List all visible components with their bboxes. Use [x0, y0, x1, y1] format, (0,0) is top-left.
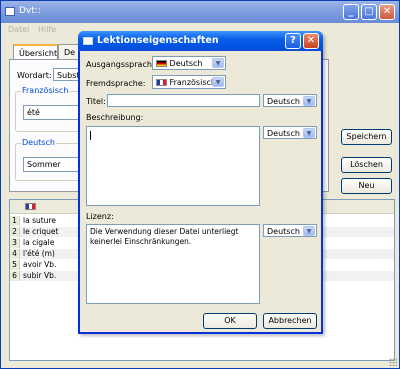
row-text: la cigale: [23, 238, 55, 247]
row-number: 1: [10, 216, 20, 226]
french-flag-icon: [156, 79, 167, 86]
tab-label: Übersicht: [19, 49, 58, 58]
title-input[interactable]: [107, 94, 260, 107]
dialog-title: Lektionseigenschaften: [97, 35, 219, 46]
foreign-language-label: Fremdsprache:: [86, 79, 146, 88]
source-language-value: Deutsch: [169, 59, 203, 68]
license-text: Die Verwendung dieser Datei unterliegt k…: [90, 227, 239, 246]
minimize-icon[interactable]: _: [343, 4, 359, 20]
title-language-select[interactable]: Deutsch ▼: [263, 94, 317, 107]
french-flag-icon: [25, 203, 36, 210]
row-number: 6: [10, 271, 20, 281]
dropdown-arrow-icon[interactable]: ▼: [212, 58, 224, 68]
license-textarea[interactable]: Die Verwendung dieser Datei unterliegt k…: [86, 224, 260, 304]
dialog-titlebar[interactable]: Lektionseigenschaften ? ✕: [78, 31, 323, 51]
license-label: Lizenz:: [86, 212, 114, 221]
main-window-title: Dvt::: [19, 6, 41, 16]
german-word-input[interactable]: Sommer: [23, 157, 81, 172]
app-icon: [5, 7, 15, 16]
tab-de[interactable]: De: [58, 44, 80, 60]
row-text: le criquet: [23, 227, 59, 236]
source-language-label: Ausgangssprache:: [86, 60, 160, 69]
text-cursor: [90, 131, 91, 140]
license-language-select[interactable]: Deutsch ▼: [263, 224, 317, 237]
maximize-icon[interactable]: □: [361, 4, 377, 20]
dropdown-arrow-icon[interactable]: ▼: [303, 128, 315, 138]
row-text: la suture: [23, 216, 56, 225]
group-french-label: Französisch: [21, 86, 70, 95]
app-icon: [83, 37, 93, 45]
close-icon[interactable]: ✕: [303, 33, 319, 49]
delete-button[interactable]: Löschen: [341, 157, 392, 173]
cancel-button[interactable]: Abbrechen: [263, 313, 317, 329]
new-button[interactable]: Neu: [341, 178, 392, 194]
row-text: l'été (m): [23, 249, 55, 258]
help-icon[interactable]: ?: [285, 33, 301, 49]
group-german-label: Deutsch: [21, 138, 56, 147]
row-number: 5: [10, 260, 20, 270]
dropdown-arrow-icon[interactable]: ▼: [212, 77, 224, 87]
description-textarea[interactable]: [86, 126, 260, 206]
title-language-value: Deutsch: [267, 97, 300, 106]
row-number: 4: [10, 249, 20, 259]
row-number: 2: [10, 227, 20, 237]
row-text: subir Vb.: [23, 271, 57, 280]
row-number: 3: [10, 238, 20, 248]
save-button[interactable]: Speichern: [341, 129, 392, 145]
dropdown-arrow-icon[interactable]: ▼: [303, 226, 315, 236]
dropdown-arrow-icon[interactable]: ▼: [303, 96, 315, 106]
wordart-label: Wordart:: [17, 71, 52, 80]
french-word-value: été: [27, 108, 40, 117]
close-icon[interactable]: ✕: [379, 4, 395, 20]
foreign-language-value: Französisch: [169, 78, 216, 87]
row-text: avoir Vb.: [23, 260, 57, 269]
description-language-select[interactable]: Deutsch ▼: [263, 126, 317, 139]
french-word-input[interactable]: été: [23, 105, 81, 120]
license-language-value: Deutsch: [267, 227, 300, 236]
foreign-language-select[interactable]: Französisch ▼: [152, 75, 226, 89]
source-language-select[interactable]: Deutsch ▼: [152, 56, 226, 70]
description-label: Beschreibung:: [86, 113, 144, 122]
menu-datei[interactable]: Datei: [8, 25, 29, 34]
ok-button[interactable]: OK: [203, 313, 257, 329]
german-word-value: Sommer: [27, 160, 61, 169]
title-label: Titel:: [86, 97, 106, 106]
menu-hilfe[interactable]: Hilfe: [38, 25, 56, 34]
main-titlebar[interactable]: Dvt:: _ □ ✕: [1, 1, 399, 23]
german-flag-icon: [156, 60, 167, 67]
description-language-value: Deutsch: [267, 129, 300, 138]
tab-label: De: [64, 48, 76, 57]
resize-grip-icon[interactable]: [389, 358, 397, 366]
lesson-properties-dialog: Lektionseigenschaften ? ✕ Ausgangssprach…: [78, 31, 323, 334]
